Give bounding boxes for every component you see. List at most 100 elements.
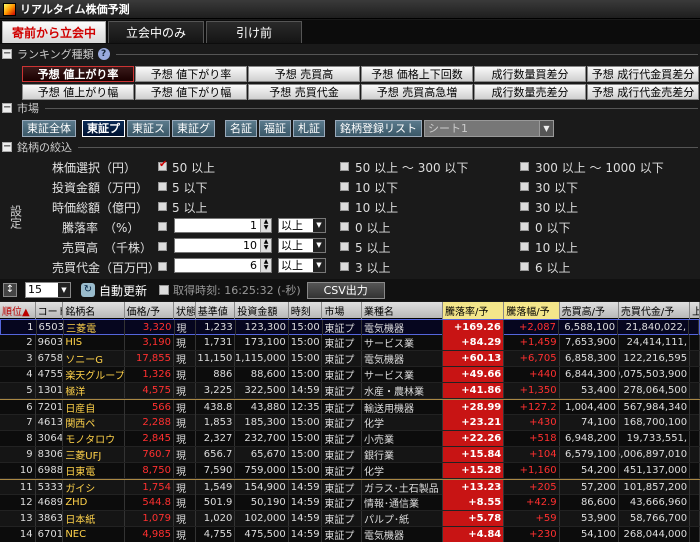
checkbox[interactable]	[340, 202, 349, 211]
table-row[interactable]: 5 1301 極洋 4,575 現 3,225 322,500 14:59 東証プ 水産・農林業 +…	[0, 383, 700, 399]
table-cell: 東証プ	[322, 351, 362, 366]
column-header[interactable]: 基準値	[196, 302, 236, 319]
table-row[interactable]: 10 6988 日東電 8,750 現 7,590 759,000 15:00 東証プ 化学 +15…	[0, 463, 700, 479]
market-button-sapporo[interactable]: 札証	[293, 119, 325, 137]
table-row[interactable]: 14 6701 NEC 4,985 現 4,755 475,500 14:59 東証プ 電気機器 +…	[0, 527, 700, 542]
auto-refresh-checkbox[interactable]	[159, 285, 170, 295]
help-icon[interactable]: ?	[97, 48, 110, 60]
table-row[interactable]: 13 3863 日本紙 1,079 現 1,020 102,000 14:59 東証プ パルプ･紙…	[0, 511, 700, 527]
column-header[interactable]: 価格/予	[125, 302, 175, 319]
rank-button[interactable]: 予想 値下がり幅	[135, 84, 247, 100]
checkbox[interactable]	[340, 182, 349, 191]
rank-button[interactable]: 成行数量買差分	[474, 66, 586, 82]
rank-button[interactable]: 予想 成行代金買差分	[587, 66, 699, 82]
watchlist-button[interactable]: 銘柄登録リスト	[335, 119, 422, 137]
filter-row-marketcap: 時価総額（億円） 5 以上 10 以上 30 以上	[22, 197, 698, 215]
chevron-down-icon: ▼	[313, 259, 325, 272]
checkbox[interactable]	[520, 162, 529, 171]
table-cell: 438.8	[196, 400, 236, 415]
collapse-icon[interactable]: −	[2, 142, 12, 152]
checkbox[interactable]	[520, 262, 529, 271]
column-header[interactable]: 市場	[322, 302, 362, 319]
change-rate-input[interactable]: 1 ▲ ▼	[174, 218, 272, 233]
table-row[interactable]: 12 4689 ZHD 544.8 現 501.9 50,190 14:59 東証プ 情報･通信業…	[0, 495, 700, 511]
table-row[interactable]: 9 8306 三菱UFJ 760.7 現 656.7 65,670 15:00 東証プ 銀行業 +1…	[0, 447, 700, 463]
table-cell: +41.86	[442, 383, 505, 398]
market-button-standard[interactable]: 東証ス	[127, 119, 170, 137]
refresh-icon[interactable]: ↻	[81, 283, 95, 297]
collapse-icon[interactable]: −	[2, 49, 12, 59]
column-header[interactable]: コード	[36, 302, 64, 319]
column-header[interactable]: 投資金額	[235, 302, 289, 319]
rank-button[interactable]: 予想 値上がり率	[22, 66, 134, 82]
condition-select[interactable]: 以上 ▼	[278, 258, 326, 273]
checkbox[interactable]	[340, 222, 349, 231]
checkbox[interactable]	[340, 242, 349, 251]
market-button-fukuoka[interactable]: 福証	[259, 119, 291, 137]
checkbox[interactable]	[520, 202, 529, 211]
market-buttons: 東証全体 東証プ 東証ス 東証グ 名証 福証 札証 銘柄登録リスト シート1 ▼	[22, 119, 554, 137]
tab-before-close[interactable]: 引け前	[206, 21, 302, 43]
table-row[interactable]: 1 6503 三菱電 3,320 現 1,233 123,300 15:00 東証プ 電気機器 +1…	[0, 319, 700, 335]
rank-button[interactable]: 予想 売買代金	[248, 84, 360, 100]
table-cell: 15:00	[289, 415, 323, 430]
rank-button[interactable]: 予想 売買高	[248, 66, 360, 82]
column-header[interactable]: 時刻	[289, 302, 323, 319]
column-header[interactable]: 売買高/予	[560, 302, 619, 319]
table-cell: +230	[504, 527, 560, 542]
tab-pre-open[interactable]: 寄前から立会中	[2, 21, 106, 43]
rank-button[interactable]: 予想 値下がり率	[135, 66, 247, 82]
rank-button[interactable]: 予想 成行代金売差分	[587, 84, 699, 100]
checkbox[interactable]	[520, 222, 529, 231]
table-row[interactable]: 6 7201 日産自 566 現 438.8 43,880 12:35 東証プ 輸送用機器 +28.…	[0, 399, 700, 415]
csv-export-button[interactable]: CSV出力	[306, 281, 385, 299]
table-cell: 4	[0, 367, 36, 382]
table-cell: 日東電	[63, 463, 125, 478]
checkbox[interactable]	[520, 242, 529, 251]
sheet-dropdown[interactable]: シート1 ▼	[424, 119, 554, 137]
checkbox[interactable]	[158, 242, 167, 251]
market-button-nagoya[interactable]: 名証	[225, 119, 257, 137]
checkbox[interactable]	[158, 202, 167, 211]
collapse-icon[interactable]: −	[2, 103, 12, 113]
table-row[interactable]: 8 3064 モノタロウ 2,845 現 2,327 232,700 15:00 東証プ 小売業 +…	[0, 431, 700, 447]
checkbox[interactable]	[158, 182, 167, 191]
checkbox[interactable]	[158, 159, 167, 171]
table-row[interactable]: 2 9603 HIS 3,190 現 1,731 173,100 15:00 東証プ サービス業 +…	[0, 335, 700, 351]
rank-button[interactable]: 予想 売買高急増	[361, 84, 473, 100]
checkbox[interactable]	[520, 182, 529, 191]
spinner-icon[interactable]: ▲ ▼	[260, 239, 271, 252]
checkbox[interactable]	[158, 222, 167, 231]
tab-session-only[interactable]: 立会中のみ	[108, 21, 204, 43]
table-row[interactable]: 3 6758 ソニーG 17,855 現 11,150 1,115,000 15:00 東証プ電…	[0, 351, 700, 367]
column-header[interactable]: 騰落率/予	[442, 302, 505, 319]
checkbox[interactable]	[340, 162, 349, 171]
column-header[interactable]: 業種名	[362, 302, 443, 319]
column-header[interactable]: 順位▲	[0, 302, 36, 319]
table-row[interactable]: 4 4755 楽天グループ 1,326 現 886 88,600 15:00 東証プ サービス業 +…	[0, 367, 700, 383]
rank-button[interactable]: 予想 値上がり幅	[22, 84, 134, 100]
table-row[interactable]: 11 5333 ガイシ 1,754 現 1,549 154,900 14:59 東証プ ガラス･土…	[0, 479, 700, 495]
condition-select[interactable]: 以上 ▼	[278, 238, 326, 253]
rank-button[interactable]: 成行数量売差分	[474, 84, 586, 100]
market-button-prime[interactable]: 東証プ	[82, 119, 125, 137]
column-header[interactable]: 銘柄名	[63, 302, 125, 319]
market-button-growth[interactable]: 東証グ	[172, 119, 215, 137]
market-button-all[interactable]: 東証全体	[22, 119, 76, 137]
column-header[interactable]: 上	[690, 302, 700, 319]
condition-select[interactable]: 以上 ▼	[278, 218, 326, 233]
volume-input[interactable]: 10 ▲ ▼	[174, 238, 272, 253]
table-cell: 43,880	[235, 400, 289, 415]
table-row[interactable]: 7 4613 関西ペ 2,288 現 1,853 185,300 15:00 東証プ 化学 +23.…	[0, 415, 700, 431]
spinner-icon[interactable]: ▲ ▼	[260, 219, 271, 232]
spinner-icon[interactable]: ▲ ▼	[260, 259, 271, 272]
rank-button[interactable]: 予想 価格上下回数	[361, 66, 473, 82]
checkbox[interactable]	[340, 262, 349, 271]
turnover-input[interactable]: 6 ▲ ▼	[174, 258, 272, 273]
column-header[interactable]: 売買代金/予	[619, 302, 691, 319]
row-count-select[interactable]: 15 ▼	[25, 282, 71, 298]
checkbox[interactable]	[158, 262, 167, 271]
column-header[interactable]: 騰落幅/予	[504, 302, 560, 319]
column-header[interactable]: 状態	[174, 302, 196, 319]
row-height-icon[interactable]: ↕	[3, 283, 17, 297]
